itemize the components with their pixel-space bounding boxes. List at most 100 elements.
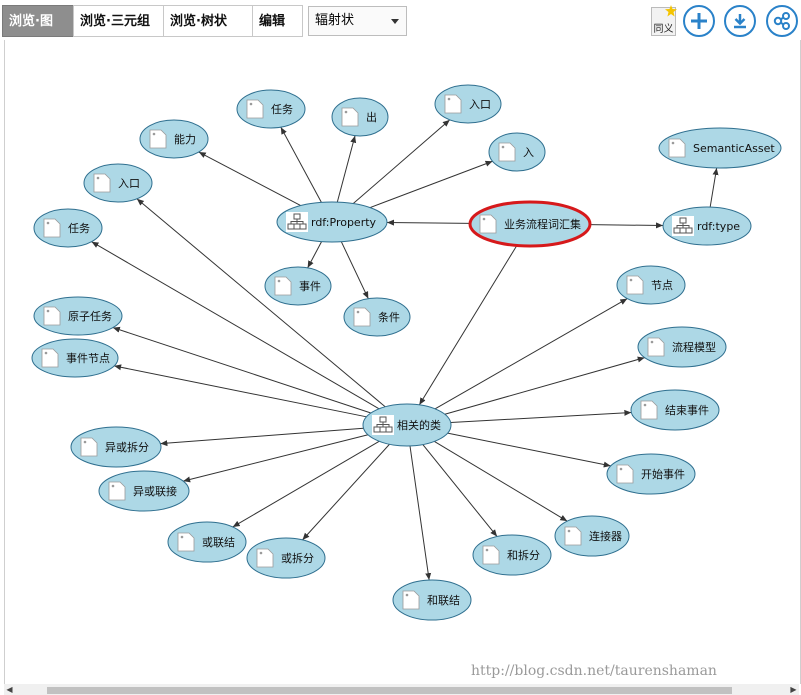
node-label: 流程模型 <box>672 340 716 354</box>
graph-node-p-tiaojian[interactable]: 条件 <box>343 297 411 337</box>
graph-node-p-nengli[interactable]: 能力 <box>139 119 209 159</box>
graph-node-p-chu[interactable]: 出 <box>331 97 389 137</box>
tab-edit[interactable]: 编辑 <box>252 5 303 37</box>
graph-node-r-yuanzi[interactable]: 原子任务 <box>33 296 123 336</box>
tag-icon <box>564 526 582 546</box>
graph-node-r-huolj[interactable]: 或联结 <box>167 521 247 563</box>
hierarchy-icon <box>372 415 394 435</box>
graph-node-r-kssj[interactable]: 开始事件 <box>606 453 696 495</box>
node-label: 任务 <box>271 103 293 116</box>
download-icon <box>734 14 746 29</box>
tag-icon <box>341 107 359 127</box>
graph-node-r-yihuocf[interactable]: 异或拆分 <box>70 426 162 468</box>
graph-node-p-shijian[interactable]: 事件 <box>264 266 332 306</box>
scroll-left-icon[interactable]: ◀ <box>4 684 15 695</box>
tag-icon <box>108 481 126 501</box>
graph-svg[interactable]: 业务流程词汇集 rdf:Property rdf:type SemanticAsset… <box>5 40 800 684</box>
graph-node-r-huocf[interactable]: 或拆分 <box>246 537 326 579</box>
node-label: 条件 <box>378 310 400 324</box>
graph-node-r-jd[interactable]: 节点 <box>616 265 686 305</box>
graph-node-r-yihuolj[interactable]: 异或联接 <box>98 470 190 512</box>
horizontal-scrollbar[interactable]: ◀ ▶ <box>4 684 799 695</box>
layout-select[interactable]: 辐射状 <box>308 6 407 36</box>
tag-icon <box>498 142 516 162</box>
graph-node-p-renwu[interactable]: 任务 <box>236 89 306 129</box>
node-label: 节点 <box>651 279 673 292</box>
graph-node-rdfprop[interactable]: rdf:Property <box>276 201 388 243</box>
graph-edge <box>409 445 432 581</box>
graph-node-r-renwu[interactable]: 任务 <box>33 208 103 248</box>
star-icon <box>665 5 677 17</box>
tag-icon <box>482 545 500 565</box>
tab-browse-triples[interactable]: 浏览·三元组 <box>73 5 164 37</box>
graph-edge <box>336 135 357 203</box>
graph-edge <box>112 326 372 414</box>
scroll-right-icon[interactable]: ▶ <box>788 684 799 695</box>
node-label: 入口 <box>118 177 140 190</box>
tag-icon <box>402 590 420 610</box>
graph-node-center[interactable]: 业务流程词汇集 <box>468 200 592 248</box>
graph-node-r-ljq[interactable]: 连接器 <box>554 515 630 557</box>
node-label: 开始事件 <box>641 467 685 481</box>
node-label: SemanticAsset <box>693 142 775 155</box>
node-ellipse[interactable] <box>488 132 546 172</box>
graph-node-r-jssj[interactable]: 结束事件 <box>630 389 720 431</box>
add-button[interactable] <box>683 5 715 37</box>
hierarchy-icon <box>672 216 694 236</box>
graph-node-r-lcmx[interactable]: 流程模型 <box>637 326 727 368</box>
tag-icon <box>43 218 61 238</box>
chevron-down-icon <box>391 19 399 24</box>
graph-node-related[interactable]: 相关的类 <box>362 403 452 447</box>
tag-icon <box>93 173 111 193</box>
graph-edge <box>340 241 369 299</box>
graph-node-rdftype[interactable]: rdf:type <box>662 206 752 246</box>
graph-edge <box>450 409 632 424</box>
node-label: 结束事件 <box>665 404 709 417</box>
node-label: 或拆分 <box>281 551 314 565</box>
tag-icon <box>80 437 98 457</box>
tag-icon <box>274 276 292 296</box>
watermark: http://blog.csdn.net/taurenshaman <box>471 663 717 679</box>
tag-icon <box>479 214 497 234</box>
tag-icon <box>668 138 686 158</box>
graph-edge <box>709 167 719 208</box>
node-ellipse[interactable] <box>331 97 389 137</box>
download-button[interactable] <box>724 5 756 37</box>
graph-canvas[interactable]: 业务流程词汇集 rdf:Property rdf:type SemanticAsset… <box>4 40 801 684</box>
graph-edge <box>447 432 611 468</box>
tag-icon <box>41 348 59 368</box>
node-label: 或联结 <box>202 536 235 549</box>
node-label: 业务流程词汇集 <box>504 217 581 231</box>
tab-browse-tree[interactable]: 浏览·树状 <box>163 5 253 37</box>
graph-edge <box>198 151 301 206</box>
graph-edge <box>386 219 471 226</box>
graph-node-p-rukou[interactable]: 入口 <box>434 84 502 124</box>
graph-node-semasset[interactable]: SemanticAsset <box>658 127 782 169</box>
graph-edge <box>91 241 380 410</box>
graph-node-p-ru[interactable]: 入 <box>488 132 546 172</box>
toolbar: 浏览·图 浏览·三元组 浏览·树状 编辑 辐射状 同义 <box>0 0 801 40</box>
node-label: 入 <box>523 146 534 159</box>
tag-icon <box>640 400 658 420</box>
scrollbar-thumb[interactable] <box>47 687 732 694</box>
graph-node-r-shijianjd[interactable]: 事件节点 <box>31 338 119 378</box>
graph-edge <box>418 245 518 406</box>
tab-browse-graph[interactable]: 浏览·图 <box>2 5 74 37</box>
graph-edge <box>589 222 664 229</box>
node-label: 事件节点 <box>66 352 110 365</box>
graph-node-r-rukou[interactable]: 入口 <box>83 163 153 203</box>
synonym-label: 同义 <box>653 24 674 35</box>
node-label: 和联结 <box>427 594 460 607</box>
node-label: rdf:type <box>697 220 740 233</box>
graph-node-r-hecf[interactable]: 和拆分 <box>472 534 552 576</box>
tag-icon <box>626 275 644 295</box>
graph-node-r-helj[interactable]: 和联结 <box>392 579 472 621</box>
tag-icon <box>149 129 167 149</box>
share-button[interactable] <box>766 5 798 37</box>
tag-icon <box>647 337 665 357</box>
node-label: 原子任务 <box>68 310 112 323</box>
synonym-button[interactable]: 同义 <box>651 5 677 36</box>
graph-edge <box>302 443 390 541</box>
node-label: 异或联接 <box>133 485 177 498</box>
node-label: 能力 <box>174 132 196 146</box>
